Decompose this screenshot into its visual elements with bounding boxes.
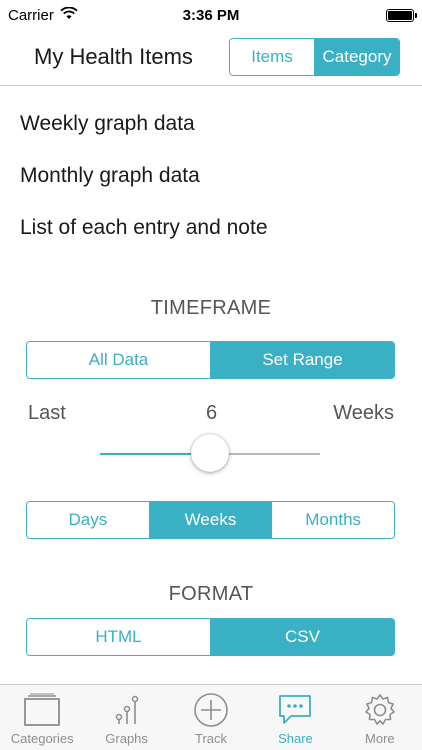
html-segment[interactable]: HTML [27,619,211,655]
tab-graphs[interactable]: Graphs [84,685,168,750]
days-segment[interactable]: Days [27,502,150,538]
status-bar: Carrier 3:36 PM [0,0,422,30]
category-segment[interactable]: Category [315,39,399,75]
tab-categories-label: Categories [10,731,74,746]
option-monthly-graph-data[interactable]: Monthly graph data [20,164,200,188]
timeframe-heading: TIMEFRAME [150,297,272,319]
tab-more[interactable]: More [338,685,422,750]
battery-icon [386,8,417,22]
option-entry-note-list[interactable]: List of each entry and note [20,216,268,240]
share-chat-icon [275,692,315,728]
all-data-segment[interactable]: All Data [27,342,211,378]
tab-share-label: Share [278,731,313,746]
range-slider-thumb[interactable] [191,434,229,472]
tab-bar: Categories Graphs Track Share More [0,684,422,750]
tab-share[interactable]: Share [253,685,337,750]
unit-label: Weeks [333,402,394,424]
carrier-label: Carrier [8,6,54,24]
months-segment[interactable]: Months [272,502,394,538]
wifi-icon [60,6,78,24]
tab-graphs-label: Graphs [105,731,148,746]
gear-icon [360,692,400,728]
graphs-icon [107,692,147,728]
track-plus-icon [191,692,231,728]
status-left: Carrier [8,6,78,24]
tab-track-label: Track [195,731,228,746]
option-weekly-graph-data[interactable]: Weekly graph data [20,112,195,136]
range-value: 6 [206,402,218,424]
categories-icon [22,692,62,728]
last-label: Last [28,402,66,424]
tab-categories[interactable]: Categories [0,685,84,750]
items-segment[interactable]: Items [230,39,315,75]
format-heading: FORMAT [168,583,254,605]
tab-more-label: More [365,731,395,746]
navigation-bar: My Health Items Items Category [0,30,422,86]
csv-segment[interactable]: CSV [211,619,394,655]
items-category-segmented-control: Items Category [229,38,400,76]
set-range-segment[interactable]: Set Range [211,342,394,378]
format-segmented-control: HTML CSV [26,618,395,656]
page-title: My Health Items [34,44,193,69]
unit-segmented-control: Days Weeks Months [26,501,395,539]
tab-track[interactable]: Track [169,685,253,750]
range-segmented-control: All Data Set Range [26,341,395,379]
weeks-segment[interactable]: Weeks [149,502,273,538]
